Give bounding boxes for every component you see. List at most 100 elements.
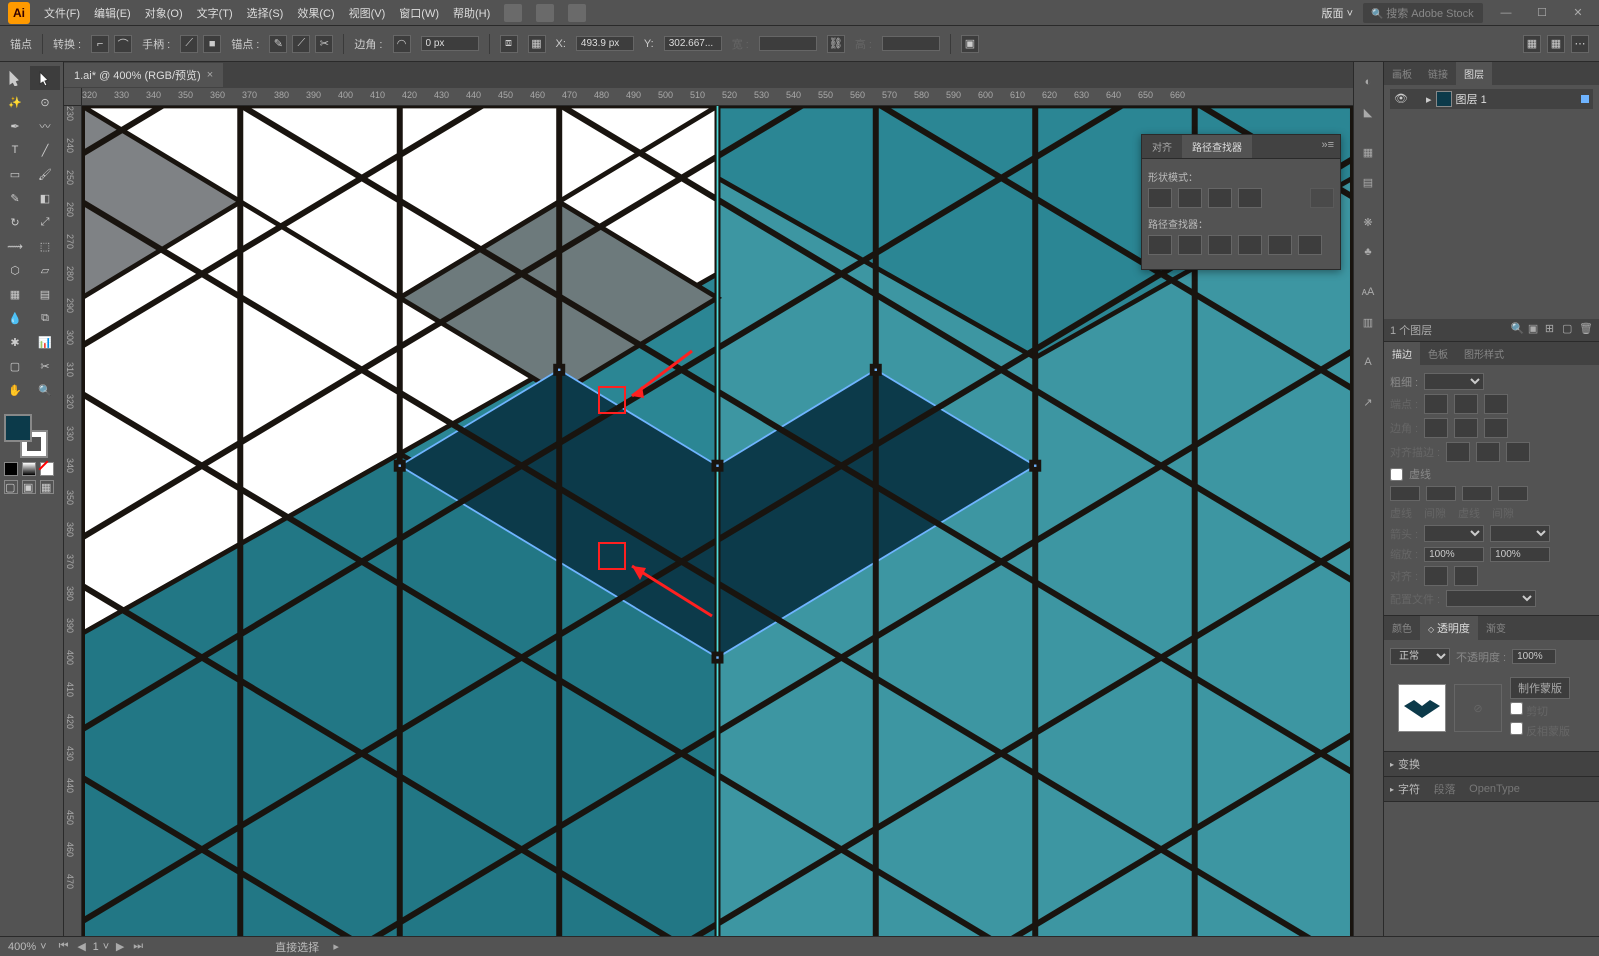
scale-tool[interactable]: ⤢ (30, 210, 60, 234)
document-tab-close[interactable]: × (207, 69, 213, 81)
blend-mode-select[interactable]: 正常 (1390, 648, 1450, 665)
tab-transparency[interactable]: ◇ 透明度 (1420, 616, 1478, 640)
width-tool[interactable]: ⟿ (0, 234, 30, 258)
gradient-tool[interactable]: ▤ (30, 282, 60, 306)
ref-point-icon[interactable]: ▦ (528, 35, 546, 53)
color-guide-icon[interactable]: ◣ (1354, 98, 1382, 126)
color-mode-solid[interactable] (4, 462, 18, 476)
layer-row[interactable]: 👁 ▸ 图层 1 (1390, 89, 1593, 109)
tab-graphic-styles[interactable]: 图形样式 (1456, 342, 1512, 365)
line-tool[interactable]: ╱ (30, 138, 60, 162)
connect-anchor-icon[interactable]: ⟋ (292, 35, 310, 53)
y-value-input[interactable] (664, 36, 722, 51)
mask-thumbnail[interactable]: ⊘ (1454, 684, 1502, 732)
link-wh-icon[interactable]: ⛓ (827, 35, 845, 53)
stroke-weight-input[interactable] (1424, 373, 1484, 390)
libraries-panel-icon[interactable]: ↗ (1354, 388, 1382, 416)
crop-button[interactable] (1238, 235, 1262, 255)
draw-normal-icon[interactable]: ▢ (4, 480, 18, 494)
color-panel-icon[interactable]: ◐ (1354, 68, 1382, 96)
appearance-panel-icon[interactable]: ᴀA (1354, 278, 1382, 306)
magic-wand-tool[interactable]: ✨ (0, 90, 30, 114)
brushes-panel-icon[interactable]: ▤ (1354, 168, 1382, 196)
color-mode-gradient[interactable] (22, 462, 36, 476)
exclude-button[interactable] (1238, 188, 1262, 208)
type-tool[interactable]: T (0, 138, 30, 162)
menu-edit[interactable]: 编辑(E) (94, 5, 131, 21)
fill-swatch[interactable] (4, 414, 32, 442)
next-artboard-button[interactable]: ▶ (113, 940, 127, 954)
align-center-icon[interactable] (1446, 442, 1470, 462)
h-value-input[interactable] (882, 36, 940, 51)
document-tab[interactable]: 1.ai* @ 400% (RGB/预览) × (64, 63, 223, 87)
handle-hide-icon[interactable]: ■ (203, 35, 221, 53)
tab-gradient[interactable]: 渐变 (1478, 616, 1514, 640)
corner-value-input[interactable] (421, 36, 479, 51)
delete-layer-icon[interactable]: 🗑 (1579, 322, 1593, 336)
intersect-button[interactable] (1208, 188, 1232, 208)
zoom-level[interactable]: 400% (8, 941, 36, 953)
arrow-align-1-icon[interactable] (1424, 566, 1448, 586)
zoom-dropdown-icon[interactable]: ˅ (40, 941, 46, 953)
eyedropper-tool[interactable]: 💧 (0, 306, 30, 330)
rotate-tool[interactable]: ↻ (0, 210, 30, 234)
cap-round-icon[interactable] (1454, 394, 1478, 414)
visibility-toggle-icon[interactable]: 👁 (1394, 92, 1408, 106)
graph-tool[interactable]: 📊 (30, 330, 60, 354)
minus-front-button[interactable] (1178, 188, 1202, 208)
transform-accordion[interactable]: 变换 (1384, 752, 1599, 777)
minus-back-button[interactable] (1298, 235, 1322, 255)
outline-button[interactable] (1268, 235, 1292, 255)
align-to-icon[interactable]: ▦ (1523, 35, 1541, 53)
extra-icon[interactable]: ⋯ (1571, 35, 1589, 53)
menu-view[interactable]: 视图(V) (349, 5, 386, 21)
tab-stroke[interactable]: 描边 (1384, 342, 1420, 365)
symbols-panel-icon[interactable]: ❋ (1354, 208, 1382, 236)
maximize-button[interactable]: ☐ (1529, 4, 1555, 22)
slice-tool[interactable]: ✂ (30, 354, 60, 378)
status-disclosure-icon[interactable]: ▸ (329, 940, 343, 954)
stroke-panel-icon[interactable]: ♣ (1354, 238, 1382, 266)
divide-button[interactable] (1148, 235, 1172, 255)
shape-builder-tool[interactable]: ⬡ (0, 258, 30, 282)
close-button[interactable]: ✕ (1565, 4, 1591, 22)
tab-layers[interactable]: 图层 (1456, 62, 1492, 85)
minimize-button[interactable]: — (1493, 4, 1519, 22)
fill-stroke-swatch[interactable]: ▢ ▣ ▦ (0, 410, 63, 498)
make-mask-button[interactable]: 制作蒙版 (1510, 677, 1570, 699)
workspace-switcher[interactable]: 版面 ˅ (1322, 5, 1353, 21)
artboard-tool[interactable]: ▢ (0, 354, 30, 378)
x-value-input[interactable] (576, 36, 634, 51)
artboard-number[interactable]: 1 (93, 941, 99, 953)
menu-help[interactable]: 帮助(H) (453, 5, 490, 21)
menu-window[interactable]: 窗口(W) (399, 5, 439, 21)
layer-name[interactable]: 图层 1 (1456, 91, 1577, 107)
opacity-input[interactable] (1512, 649, 1556, 664)
search-stock-input[interactable]: 🔍 搜索 Adobe Stock (1363, 3, 1483, 23)
profile-select[interactable] (1446, 590, 1536, 607)
make-clipping-mask-icon[interactable]: ▣ (1528, 322, 1542, 336)
join-bevel-icon[interactable] (1484, 418, 1508, 438)
color-mode-none[interactable] (40, 462, 54, 476)
menu-type[interactable]: 文字(T) (197, 5, 233, 21)
merge-button[interactable] (1208, 235, 1232, 255)
clip-checkbox[interactable] (1510, 702, 1523, 715)
arrow-scale-start[interactable] (1424, 547, 1484, 562)
ruler-horizontal[interactable]: 3203303403503603703803904004104204304404… (82, 88, 1353, 106)
menu-select[interactable]: 选择(S) (247, 5, 284, 21)
mesh-tool[interactable]: ▦ (0, 282, 30, 306)
tab-align[interactable]: 对齐 (1142, 135, 1182, 158)
tab-swatches[interactable]: 色板 (1420, 342, 1456, 365)
dash-1-input[interactable] (1390, 486, 1420, 501)
curvature-tool[interactable]: 〰 (30, 114, 60, 138)
new-sublayer-icon[interactable]: ⊞ (1545, 322, 1559, 336)
draw-inside-icon[interactable]: ▦ (40, 480, 54, 494)
rectangle-tool[interactable]: ▭ (0, 162, 30, 186)
handle-show-icon[interactable]: ⟋ (180, 35, 198, 53)
symbol-sprayer-tool[interactable]: ✱ (0, 330, 30, 354)
blend-tool[interactable]: ⧉ (30, 306, 60, 330)
transform-panel-icon[interactable]: ▦ (1547, 35, 1565, 53)
corner-radius-icon[interactable]: ◠ (393, 35, 411, 53)
last-artboard-button[interactable]: ⏭ (131, 940, 145, 954)
prev-artboard-button[interactable]: ◀ (75, 940, 89, 954)
